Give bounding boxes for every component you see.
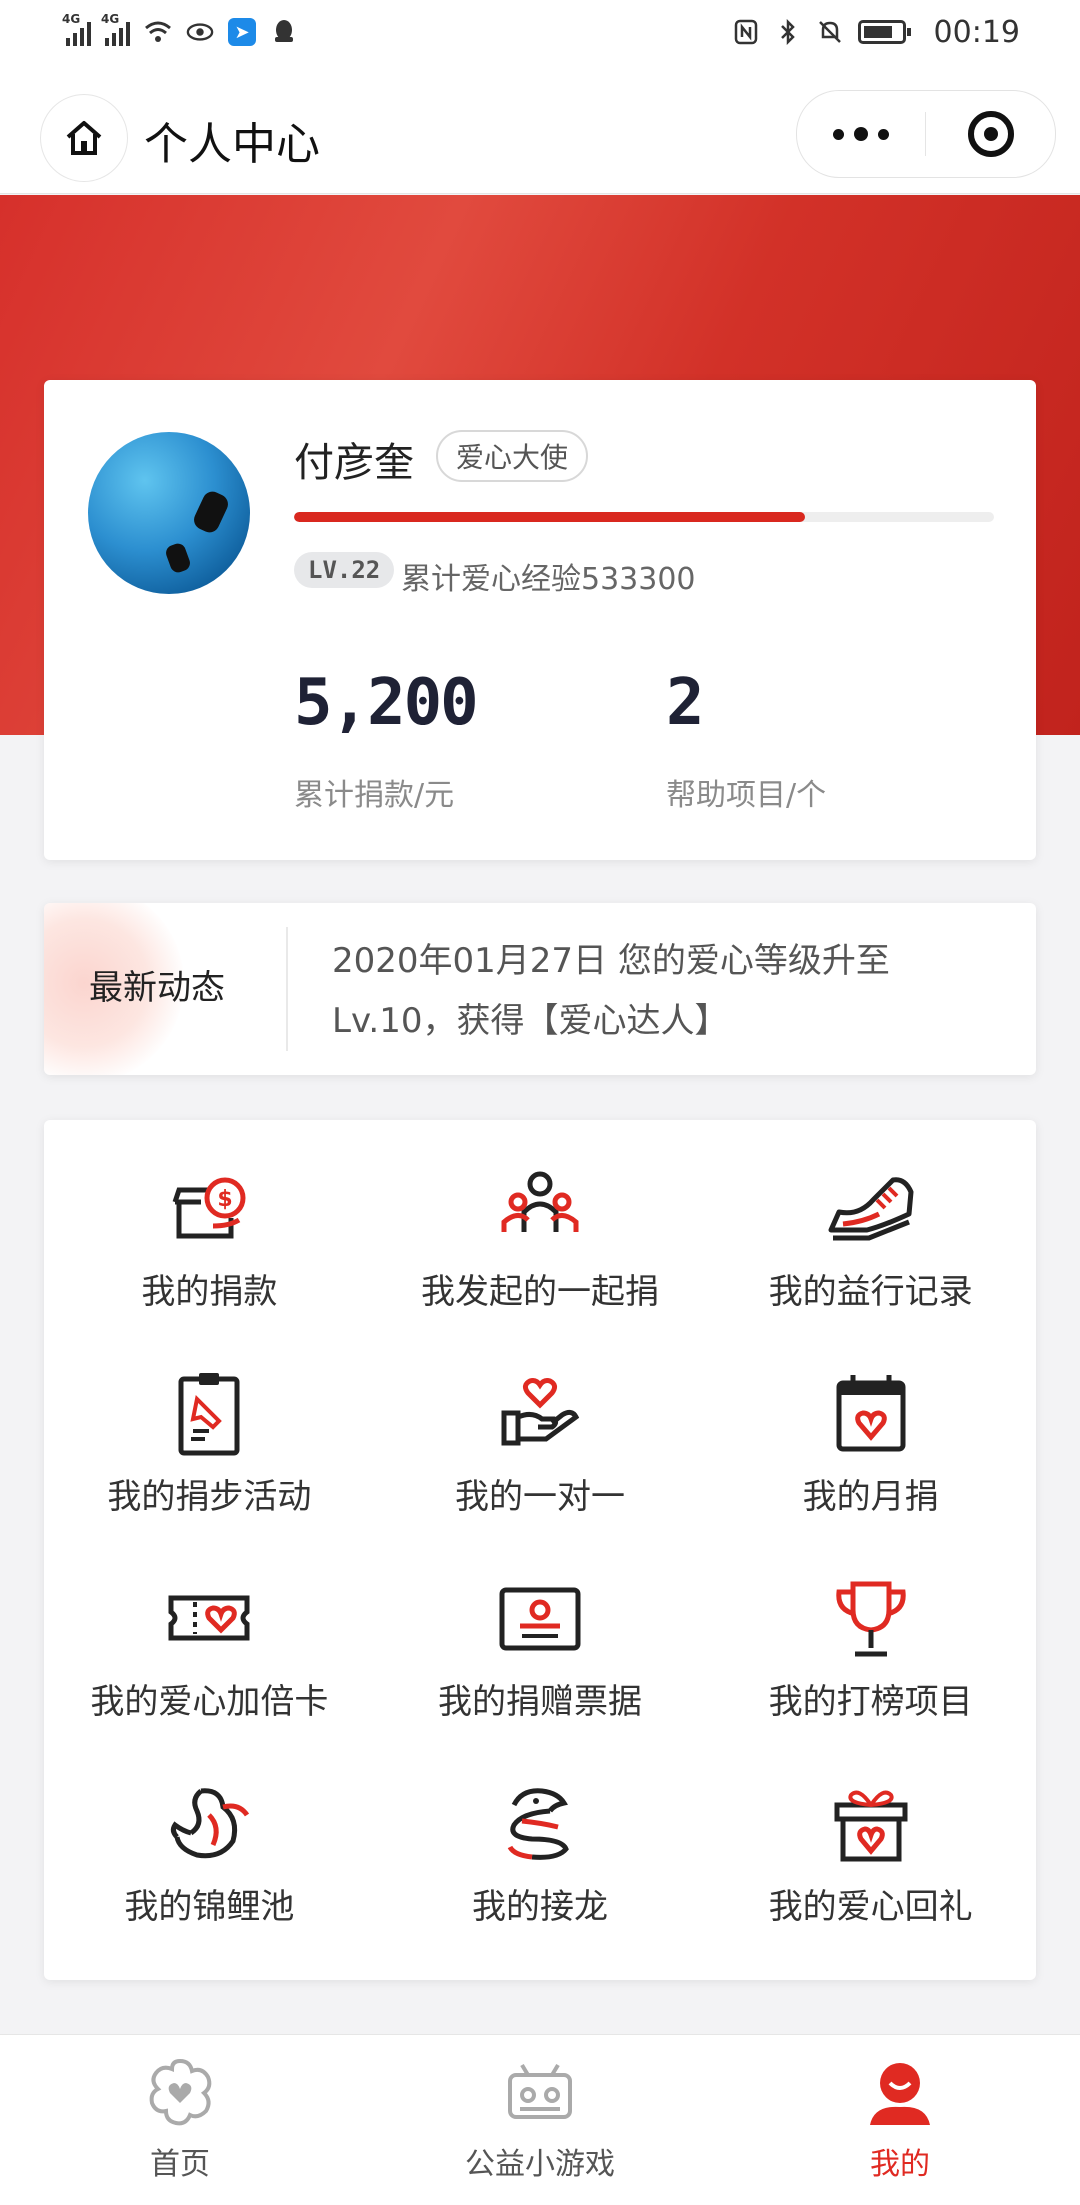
menu-item-koi-pond[interactable]: 我的锦鲤池 [44, 1775, 375, 1980]
user-icon [870, 2063, 930, 2125]
menu-label: 我的一对一 [454, 1477, 625, 1517]
donation-total-value: 5,200 [294, 666, 479, 740]
title-badge: 爱心大使 [436, 430, 589, 482]
menu-item-double-card[interactable]: 我的爱心加倍卡 [44, 1570, 375, 1775]
flower-heart-icon [149, 2058, 212, 2126]
menu-item-donation-receipts[interactable]: 我的捐赠票据 [375, 1570, 706, 1775]
avatar[interactable] [88, 432, 250, 594]
experience-text: 累计爱心经验533300 [401, 562, 696, 597]
group-people-icon [501, 1171, 579, 1232]
qq-icon [270, 18, 298, 46]
game-controller-icon [508, 2063, 572, 2119]
menu-item-relay[interactable]: 我的接龙 [375, 1775, 706, 1980]
signal-icon: 4G [62, 12, 91, 46]
sneaker-icon [828, 1177, 914, 1241]
menu-label: 我的益行记录 [768, 1272, 973, 1312]
menu-label: 我的月捐 [802, 1477, 939, 1517]
tab-label: 我的 [870, 2147, 930, 2182]
menu-item-step-activities[interactable]: 我的捐步活动 [44, 1365, 375, 1570]
navigation-bar: 个人中心 [0, 64, 1080, 194]
network-type-1: 4G [62, 12, 81, 26]
target-icon [967, 111, 1014, 157]
progress-fill [294, 512, 805, 522]
tab-label: 公益小游戏 [465, 2147, 615, 2182]
heart-hand-icon [501, 1378, 580, 1446]
menu-item-group-donations[interactable]: 我发起的一起捐 [375, 1160, 706, 1365]
projects-helped-label: 帮助项目/个 [666, 778, 827, 813]
level-badge: LV.22 [294, 552, 395, 588]
projects-helped-value: 2 [666, 666, 705, 740]
dragon-icon [507, 1788, 569, 1860]
nfc-icon [732, 18, 760, 46]
home-icon [66, 121, 102, 155]
news-text: 2020年01月27日 您的爱心等级升至Lv.10，获得【爱心达人】 [332, 941, 890, 1041]
clipboard-icon [178, 1373, 240, 1456]
donation-total-label: 累计捐款/元 [294, 778, 455, 813]
mute-bell-icon [816, 18, 844, 46]
more-button[interactable] [797, 91, 925, 177]
tab-home[interactable]: 首页 [0, 2035, 360, 2205]
tab-label: 首页 [150, 2147, 210, 2182]
latest-news-card[interactable]: 最新动态 2020年01月27日 您的爱心等级升至Lv.10，获得【爱心达人】 [44, 903, 1036, 1075]
eye-icon [186, 18, 214, 46]
trophy-icon [835, 1581, 906, 1657]
menu-item-monthly-donations[interactable]: 我的月捐 [705, 1365, 1036, 1570]
menu-label: 我的爱心加倍卡 [90, 1682, 329, 1722]
gift-heart-icon [834, 1790, 908, 1862]
status-time: 00:19 [933, 14, 1020, 50]
svg-text:$: $ [218, 1187, 233, 1212]
certificate-icon [499, 1587, 581, 1651]
menu-label: 我的捐步活动 [107, 1477, 312, 1517]
menu-item-my-donations[interactable]: $ 我的捐款 [44, 1160, 375, 1365]
menu-label: 我的爱心回礼 [768, 1887, 973, 1927]
heart-ticket-icon [168, 1595, 250, 1641]
koi-fish-icon [171, 1788, 250, 1859]
profile-card: 付彦奎 爱心大使 LV.22 累计爱心经验533300 5,200 累计捐款/元… [44, 380, 1036, 860]
menu-item-walk-records[interactable]: 我的益行记录 [705, 1160, 1036, 1365]
bottom-tab-bar: 首页 公益小游戏 我的 [0, 2034, 1080, 2205]
menu-card: $ 我的捐款 我发起的一起捐 我的益行记录 我的捐步活动 我的一对一 我的月捐 … [44, 1120, 1036, 1980]
menu-item-ranking-projects[interactable]: 我的打榜项目 [705, 1570, 1036, 1775]
user-name: 付彦奎 [294, 440, 414, 486]
home-button[interactable] [40, 94, 128, 182]
tab-games[interactable]: 公益小游戏 [360, 2035, 720, 2205]
menu-label: 我发起的一起捐 [420, 1272, 659, 1312]
donation-box-icon: $ [172, 1177, 246, 1239]
status-bar: 4G 4G ➤ 00:19 [0, 0, 1080, 64]
menu-item-love-gifts[interactable]: 我的爱心回礼 [705, 1775, 1036, 1980]
wifi-icon [144, 18, 172, 46]
menu-label: 我的接龙 [471, 1887, 608, 1927]
tab-mine[interactable]: 我的 [720, 2035, 1080, 2205]
battery-icon [857, 20, 911, 44]
calendar-heart-icon [836, 1375, 906, 1452]
page-title: 个人中心 [144, 119, 320, 170]
bluetooth-icon [774, 18, 802, 46]
menu-label: 我的捐款 [141, 1272, 278, 1312]
experience-progress-bar [294, 512, 994, 522]
menu-label: 我的打榜项目 [768, 1682, 973, 1722]
miniprogram-capsule [796, 90, 1056, 178]
signal-icon-2: 4G [101, 12, 130, 46]
close-miniprogram-button[interactable] [926, 111, 1055, 157]
menu-item-one-on-one[interactable]: 我的一对一 [375, 1365, 706, 1570]
app-notification-icon: ➤ [228, 18, 256, 46]
menu-label: 我的捐赠票据 [437, 1682, 642, 1722]
news-label: 最新动态 [89, 968, 225, 1008]
menu-label: 我的锦鲤池 [124, 1887, 295, 1927]
network-type-2: 4G [101, 12, 120, 26]
